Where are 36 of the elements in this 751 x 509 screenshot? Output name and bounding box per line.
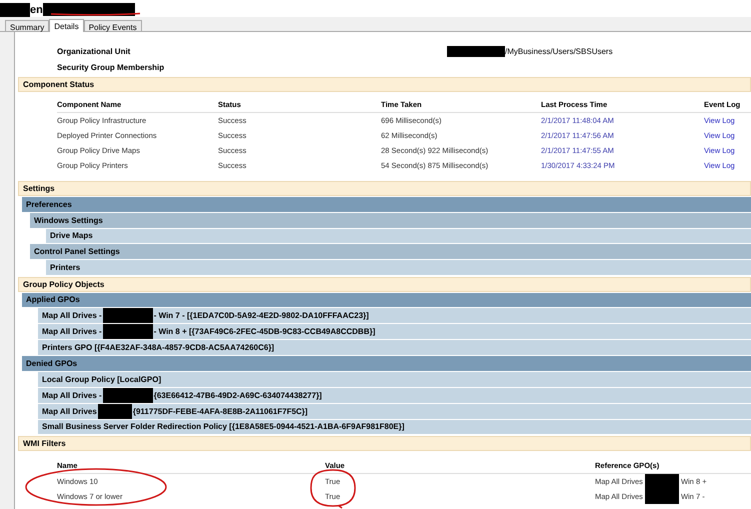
redaction-block bbox=[0, 3, 30, 17]
tree-row-text: - Win 8 + [{73AF49C6-2FEC-45DB-9C83-CCB49A8CCDBB}] bbox=[154, 327, 376, 336]
tree-row-text: Map All Drives - bbox=[42, 390, 102, 400]
tree-row-text: Map All Drives - bbox=[42, 327, 102, 336]
tree-row-text: - Win 7 - [{1EDA7C0D-5A92-4E2D-9802-DA10FFFAAC23}] bbox=[154, 311, 369, 320]
tree-row-text: {911775DF-FEBE-4AFA-8E8B-2A11061F7F5C}] bbox=[132, 406, 308, 416]
redaction-block bbox=[644, 489, 679, 504]
section-header: Component Status bbox=[18, 77, 751, 92]
tab[interactable]: Summary bbox=[5, 20, 50, 31]
tree-row-text: Printers GPO [{F4AE32AF-348A-4857-9CD8-AC5AA74260C6}] bbox=[42, 343, 274, 352]
tree-row-text: Preferences bbox=[26, 200, 72, 209]
tab[interactable]: Details bbox=[49, 19, 84, 32]
tree-row-text: Local Group Policy [LocalGPO] bbox=[42, 374, 162, 384]
tree-row-text: Applied GPOs bbox=[26, 295, 80, 304]
tree-row-text: Denied GPOs bbox=[26, 358, 78, 368]
section-header: Group Policy Objects bbox=[18, 276, 751, 292]
redaction-block bbox=[644, 474, 679, 490]
tree-row-text: Control Panel Settings bbox=[34, 247, 120, 256]
redaction-block bbox=[102, 324, 153, 340]
tree-row-text: Map All Drives - bbox=[42, 311, 102, 320]
redaction-block bbox=[447, 46, 505, 58]
window-title: en bbox=[30, 4, 43, 17]
field-value: /MyBusiness/Users/SBSUsers bbox=[505, 47, 613, 56]
redaction-block bbox=[102, 308, 153, 324]
tree-row-text: Drive Maps bbox=[50, 231, 93, 240]
tree-row-text: Small Business Server Folder Redirection Policy [{1E8A58E5-0944-4521-A1BA-6F9AF981F80E}] bbox=[42, 422, 404, 432]
section-header: WMI Filters bbox=[18, 436, 751, 452]
tree-row-text: Map All Drives bbox=[42, 406, 97, 416]
tree-row-text: Printers bbox=[50, 262, 80, 272]
tree-row-text: {63E66412-47B6-49D2-A69C-634074438277}] bbox=[154, 390, 322, 400]
section-header: Settings bbox=[18, 181, 751, 196]
field-label: Organizational Unit bbox=[57, 47, 132, 56]
tab[interactable]: Policy Events bbox=[84, 20, 142, 31]
field-label: Security Group Membership bbox=[57, 63, 166, 72]
tree-row-text: Windows Settings bbox=[34, 216, 103, 225]
circle-annotation-drawing bbox=[309, 469, 357, 509]
